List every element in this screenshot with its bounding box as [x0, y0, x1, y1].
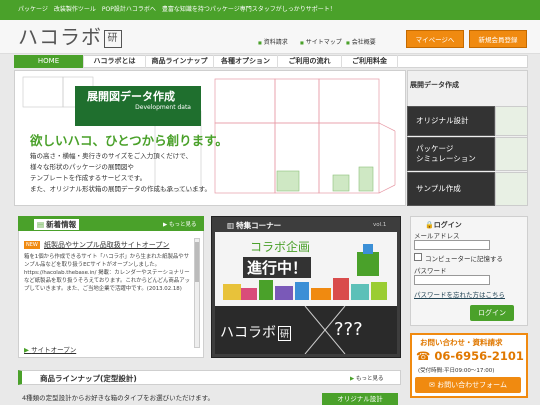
email-field[interactable] [414, 240, 490, 250]
news-more-link[interactable]: ▶ もっと見る [163, 220, 197, 228]
lineup-more-text: もっと見る [355, 376, 384, 382]
hero-text-line: 箱の高さ・横幅・奥行きのサイズをご入力頂くだけで、 [30, 152, 193, 160]
contact-title: お問い合わせ・資料請求 [420, 338, 503, 347]
feature-volume: vol.1 [373, 222, 387, 228]
feature-logo: ハコラボ研 [220, 322, 292, 342]
logo-text: ハコラボ [18, 25, 102, 49]
password-label: パスワード [414, 267, 447, 275]
menu-sample-creation[interactable]: サンプル作成 [407, 172, 495, 206]
hero-text-line: テンプレートを作成するサービスです。 [30, 174, 147, 182]
hero-badge-title: 展開図データ作成 [87, 90, 175, 103]
feature-heading-2: 進行中！ [243, 257, 312, 278]
logo-mark: 研 [104, 29, 122, 48]
news-body-text: 箱を1個から作成できるサイト「ハコラボ」から生まれた紙製品やサンプル品などを取り… [24, 254, 190, 292]
link-request-docs[interactable]: 資料請求 [258, 37, 288, 46]
nav-about[interactable]: ハコラボとは [84, 55, 146, 68]
email-label: メールアドレス [414, 232, 460, 240]
nav-home[interactable]: HOME [14, 55, 84, 68]
nav-options[interactable]: 各種オプション [214, 55, 278, 68]
news-more-text: もっと見る [168, 222, 197, 228]
hero-menu-title: 展開データ作成 [410, 81, 459, 89]
simulation-thumb [495, 137, 528, 171]
news-title-text: 新着情報 [46, 220, 77, 229]
hero-text-line: 様々な形状のパッケージの展開図や [30, 163, 134, 171]
link-company[interactable]: 会社概要 [346, 37, 376, 46]
arrow-right-icon: ▶ [350, 376, 355, 382]
hero-badge: 展開図データ作成 Development data [75, 86, 201, 126]
hero-heading: 欲しいハコ、ひとつから創ります。 [30, 133, 228, 148]
lineup-more-link[interactable]: ▶ もっと見る [350, 374, 384, 382]
remember-checkbox[interactable] [414, 253, 422, 261]
site-logo[interactable]: ハコラボ研 [18, 24, 122, 50]
menu-original-design[interactable]: オリジナル設計 [407, 106, 495, 136]
login-title-text: ログイン [433, 221, 462, 229]
arrow-right-icon: ▶ [163, 222, 168, 228]
contact-form-button[interactable]: ✉ お問い合わせフォーム [415, 377, 521, 393]
feature-logo-mark: 研 [278, 326, 292, 341]
login-button[interactable]: ログイン [470, 305, 514, 321]
lineup-description: 4種類の定型設計からお好きな箱のタイプをお選びいただけます。 [22, 394, 214, 402]
news-title: ▤ 新着情報 [34, 219, 80, 230]
nav-lineup[interactable]: 商品ラインナップ [146, 55, 214, 68]
remember-label: コンピューターに記憶する [425, 255, 503, 263]
mail-icon: ✉ [429, 381, 435, 389]
login-title: 🔒ログイン [425, 220, 462, 230]
news-scrollbar-thumb[interactable] [195, 242, 199, 282]
register-button[interactable]: 新規会員登録 [469, 30, 527, 48]
arrow-right-icon: ▶ [24, 346, 29, 354]
nav-price[interactable]: ご利用料金 [342, 55, 398, 68]
hero-text-line: また、オリジナル形状箱の展開データの作成も承っています。 [30, 185, 212, 193]
notepad-icon: ▤ [37, 220, 45, 229]
lock-icon: 🔒 [425, 221, 434, 229]
feature-title-text: 特集コーナー [236, 221, 282, 230]
original-design-thumb [495, 106, 528, 136]
phone-icon: ☎ [416, 349, 431, 363]
news-item-link[interactable]: ▶ サイトオープン [24, 344, 76, 354]
book-icon: ▥ [227, 221, 235, 230]
feature-logo-text: ハコラボ [220, 325, 276, 341]
password-field[interactable] [414, 275, 490, 285]
menu-package-simulation[interactable]: パッケージ シミュレーション [407, 137, 495, 171]
feature-mystery: ??? [334, 319, 363, 340]
mypage-button[interactable]: マイページへ [406, 30, 464, 48]
nav-flow[interactable]: ご利用の流れ [278, 55, 342, 68]
news-headline-link[interactable]: 紙製品やサンプル品取扱サイトオープン [44, 240, 169, 250]
feature-heading-1: コラボ企画 [250, 240, 311, 254]
feature-title: ▥ 特集コーナー [227, 220, 281, 231]
news-item-link-text: サイトオープン [31, 346, 77, 354]
contact-phone-number: 06-6956-2101 [434, 349, 524, 363]
top-info-strip: パッケージ 改装製作ツール POP設計ハコラボへ 豊富な知識を持つパッケージ専門… [0, 0, 540, 20]
hero-badge-subtitle: Development data [135, 104, 191, 111]
sample-thumb [495, 172, 528, 206]
link-sitemap[interactable]: サイトマップ [300, 37, 342, 46]
contact-hours: (受付時間:平日09:00～17:00) [418, 368, 495, 374]
contact-form-button-text: お問い合わせフォーム [437, 381, 507, 389]
original-design-button[interactable]: オリジナル設計 [322, 393, 398, 405]
contact-phone: ☎ 06-6956-2101 [416, 349, 524, 363]
new-badge: NEW [24, 241, 40, 249]
lineup-title: 商品ラインナップ(定型設計) [40, 374, 137, 383]
forgot-password-link[interactable]: パスワードを忘れた方はこちら [414, 289, 505, 299]
